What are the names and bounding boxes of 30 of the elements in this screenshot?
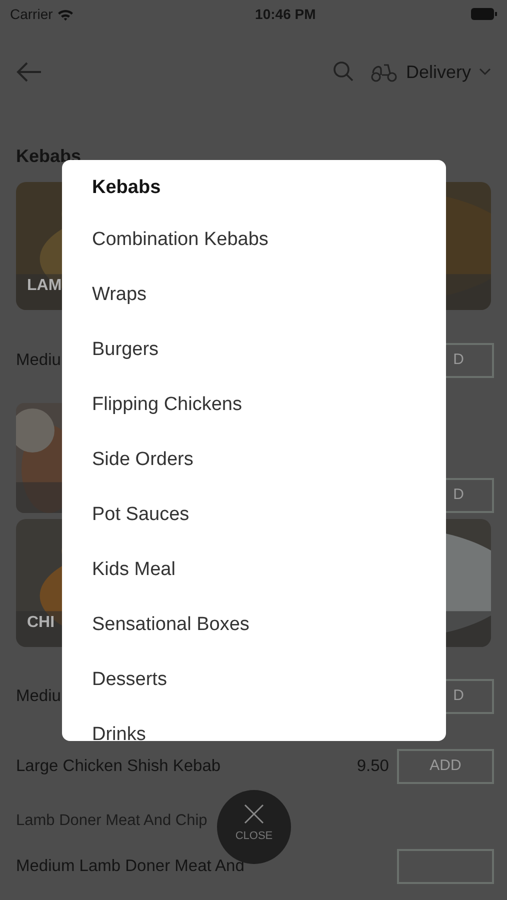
banner-title: CHI <box>27 613 55 633</box>
item-price: 9.50 <box>356 756 389 777</box>
section-heading: Kebabs <box>15 145 82 168</box>
banner-title: LAM <box>27 276 62 296</box>
search-button[interactable] <box>332 60 354 84</box>
category-item[interactable]: Combination Kebabs <box>92 226 416 281</box>
search-icon <box>332 61 354 82</box>
back-arrow-icon <box>16 62 42 82</box>
category-item[interactable]: Wraps <box>92 281 416 336</box>
category-item[interactable]: Side Orders <box>92 446 416 501</box>
close-icon <box>244 804 264 824</box>
back-button[interactable] <box>16 60 42 84</box>
battery-icon <box>471 8 498 20</box>
chevron-down-icon <box>479 68 491 76</box>
category-item[interactable]: Flipping Chickens <box>92 391 416 446</box>
category-item[interactable]: Drinks <box>92 721 416 741</box>
item-name: Mediu <box>16 350 61 371</box>
status-time: 10:46 PM <box>255 4 316 24</box>
category-item[interactable]: Pot Sauces <box>92 501 416 556</box>
category-item[interactable]: Kids Meal <box>92 556 416 611</box>
category-item[interactable]: Burgers <box>92 336 416 391</box>
carrier-name: Carrier <box>10 4 53 24</box>
wifi-icon <box>56 8 74 20</box>
category-menu-title: Kebabs <box>92 176 162 200</box>
category-item[interactable]: Desserts <box>92 666 416 721</box>
add-button[interactable] <box>397 848 494 884</box>
item-name: Mediu <box>16 686 61 707</box>
scooter-icon <box>370 61 398 83</box>
category-item[interactable]: Sensational Boxes <box>92 611 416 666</box>
item-name: Large Chicken Shish Kebab <box>16 756 221 777</box>
